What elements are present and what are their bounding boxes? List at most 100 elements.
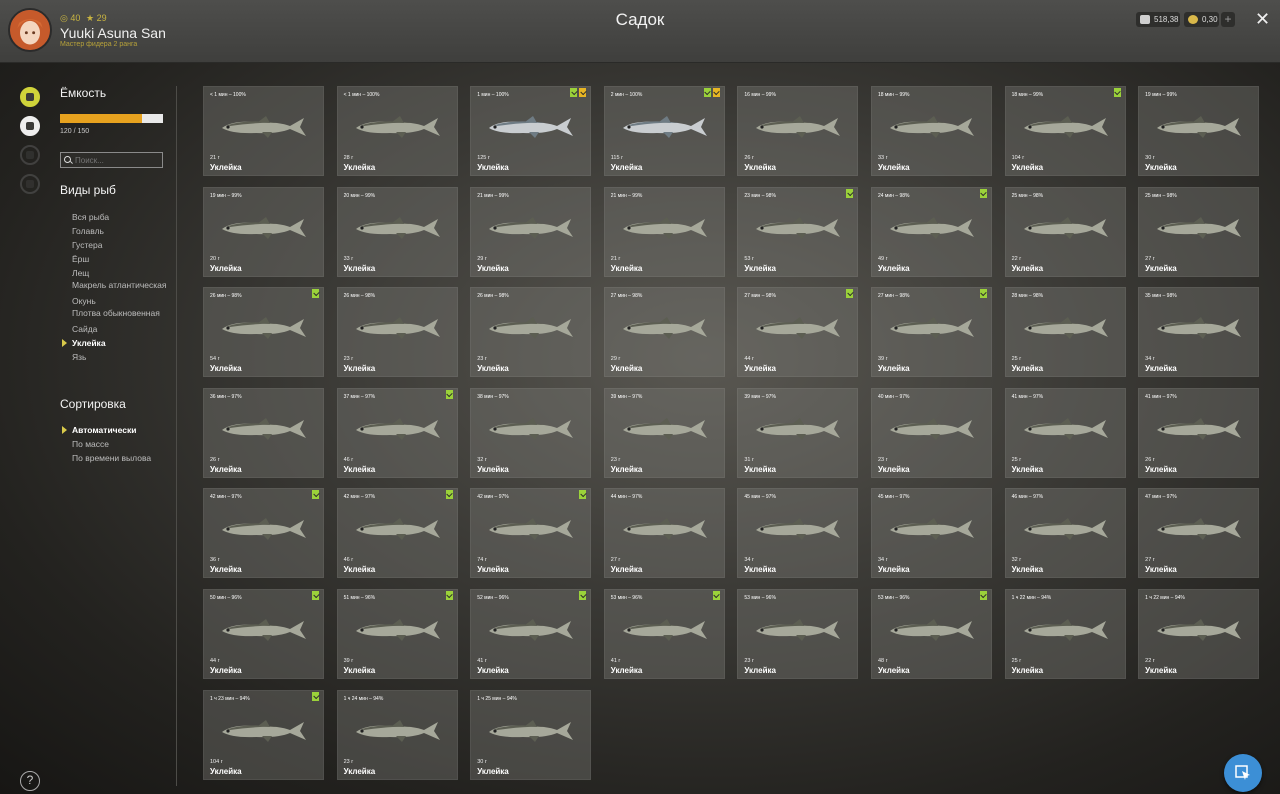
fish-card[interactable]: 28 мин – 98% 25 г Уклейка bbox=[1004, 287, 1126, 378]
fish-card[interactable]: 27 мин – 98% 44 г Уклейка bbox=[737, 287, 859, 378]
fish-card[interactable]: 36 мин – 97% 26 г Уклейка bbox=[203, 387, 324, 478]
bookmark-badge-icon bbox=[445, 389, 453, 399]
silver-amount: 518,38 bbox=[1154, 15, 1179, 24]
fish-card[interactable]: 21 мин – 99% 29 г Уклейка bbox=[470, 186, 592, 277]
species-item[interactable]: Макрель атлантическая bbox=[72, 280, 172, 294]
fish-catch-info: 1 ч 22 мин – 94% bbox=[1011, 594, 1052, 601]
help-button[interactable]: ? bbox=[20, 771, 40, 791]
bookmark-badge-icon bbox=[979, 289, 987, 299]
fish-weight: 30 г bbox=[1145, 155, 1155, 161]
fish-name: Уклейка bbox=[610, 163, 643, 172]
fish-card[interactable]: 40 мин – 97% 23 г Уклейка bbox=[870, 387, 992, 478]
bleak-fish-icon bbox=[222, 618, 306, 641]
badge-group bbox=[312, 289, 319, 299]
home-tab-icon[interactable] bbox=[20, 174, 40, 194]
fish-card[interactable]: 42 мин – 97% 46 г Уклейка bbox=[336, 488, 458, 579]
fish-card[interactable]: 47 мин – 97% 27 г Уклейка bbox=[1138, 488, 1260, 579]
map-tab-icon[interactable] bbox=[20, 145, 40, 165]
fish-card[interactable]: < 1 мин – 100% 28 г Уклейка bbox=[336, 86, 458, 176]
fish-card[interactable]: 19 мин – 99% 20 г Уклейка bbox=[203, 186, 324, 277]
species-item[interactable]: Окунь bbox=[72, 294, 172, 308]
fish-card[interactable]: 44 мин – 97% 27 г Уклейка bbox=[603, 488, 725, 579]
species-item[interactable]: Язь bbox=[72, 350, 172, 364]
fish-catch-info: 27 мин – 98% bbox=[744, 293, 776, 300]
fish-card[interactable]: 51 мин – 96% 39 г Уклейка bbox=[336, 588, 458, 679]
fish-card[interactable]: 27 мин – 98% 29 г Уклейка bbox=[603, 287, 725, 378]
fish-card[interactable]: 53 мин – 96% 48 г Уклейка bbox=[870, 588, 992, 679]
species-item[interactable]: Голавль bbox=[72, 224, 172, 238]
fish-card[interactable]: 37 мин – 97% 46 г Уклейка bbox=[336, 387, 458, 478]
badge-group bbox=[979, 590, 987, 600]
fish-card[interactable]: 41 мин – 97% 26 г Уклейка bbox=[1138, 387, 1260, 478]
bleak-fish-icon bbox=[1157, 216, 1242, 239]
fish-card[interactable]: 52 мин – 96% 41 г Уклейка bbox=[470, 588, 592, 679]
fish-card[interactable]: 25 мин – 98% 27 г Уклейка bbox=[1138, 186, 1260, 277]
inventory-tab-icon[interactable] bbox=[20, 116, 40, 136]
fish-weight: 33 г bbox=[343, 255, 354, 262]
fish-card[interactable]: 1 ч 25 мин – 94% 30 г Уклейка bbox=[470, 689, 592, 780]
fish-card[interactable]: 26 мин – 98% 54 г Уклейка bbox=[203, 287, 324, 378]
fish-catch-info: 42 мин – 97% bbox=[343, 494, 376, 501]
fish-name: Уклейка bbox=[610, 464, 643, 474]
species-item[interactable]: Уклейка bbox=[62, 336, 172, 350]
fish-card[interactable]: 41 мин – 97% 25 г Уклейка bbox=[1004, 387, 1126, 478]
keepnet-tab-icon[interactable] bbox=[20, 87, 40, 107]
fish-card[interactable]: 1 мин – 100% 125 г Уклейка bbox=[470, 86, 592, 176]
cursor-mode-button[interactable] bbox=[1224, 754, 1262, 792]
fish-card[interactable]: 38 мин – 97% 32 г Уклейка bbox=[470, 387, 592, 478]
fish-card[interactable]: 1 ч 22 мин – 94% 22 г Уклейка bbox=[1138, 588, 1260, 679]
fish-card[interactable]: 26 мин – 98% 23 г Уклейка bbox=[470, 287, 592, 378]
fish-card[interactable]: 19 мин – 99% 30 г Уклейка bbox=[1138, 86, 1260, 176]
fish-card[interactable]: 21 мин – 99% 21 г Уклейка bbox=[603, 186, 725, 277]
fish-card[interactable]: 2 мин – 100% 115 г Уклейка bbox=[603, 86, 725, 176]
close-button[interactable]: ✕ bbox=[1255, 9, 1270, 30]
fish-card[interactable]: 42 мин – 97% 36 г Уклейка bbox=[203, 488, 324, 579]
fish-card[interactable]: 35 мин – 98% 34 г Уклейка bbox=[1138, 287, 1260, 378]
fish-card[interactable]: 20 мин – 99% 33 г Уклейка bbox=[336, 186, 458, 277]
fish-card[interactable]: 27 мин – 98% 39 г Уклейка bbox=[870, 287, 992, 378]
fish-card[interactable]: 16 мин – 99% 26 г Уклейка bbox=[737, 86, 859, 176]
fish-card[interactable]: 25 мин – 98% 22 г Уклейка bbox=[1004, 186, 1126, 277]
fish-card[interactable]: < 1 мин – 100% 21 г Уклейка bbox=[203, 86, 324, 176]
fish-card[interactable]: 42 мин – 97% 74 г Уклейка bbox=[470, 488, 592, 579]
fish-card[interactable]: 18 мин – 99% 104 г Уклейка bbox=[1004, 86, 1126, 176]
species-item[interactable]: Ёрш bbox=[72, 252, 172, 266]
fish-card[interactable]: 53 мин – 96% 23 г Уклейка bbox=[737, 588, 859, 679]
fish-card[interactable]: 39 мин – 97% 31 г Уклейка bbox=[737, 387, 859, 478]
fish-card[interactable]: 1 ч 23 мин – 94% 104 г Уклейка bbox=[203, 689, 324, 780]
sort-option[interactable]: По массе bbox=[72, 437, 172, 451]
bleak-fish-icon bbox=[489, 719, 574, 742]
fish-name: Уклейка bbox=[343, 263, 376, 273]
species-item[interactable]: Сайда bbox=[72, 322, 172, 336]
fish-card[interactable]: 24 мин – 98% 49 г Уклейка bbox=[870, 186, 992, 277]
bleak-fish-icon bbox=[889, 417, 974, 440]
buy-currency-button[interactable]: + bbox=[1221, 12, 1235, 27]
fish-catch-info: 27 мин – 98% bbox=[610, 293, 643, 300]
species-item[interactable]: Вся рыба bbox=[72, 210, 172, 224]
fish-card[interactable]: 18 мин – 99% 33 г Уклейка bbox=[870, 86, 992, 176]
search-input[interactable] bbox=[60, 152, 163, 168]
fish-card[interactable]: 1 ч 24 мин – 94% 23 г Уклейка bbox=[336, 689, 458, 780]
fish-card[interactable]: 26 мин – 98% 23 г Уклейка bbox=[336, 287, 458, 378]
fish-card[interactable]: 23 мин – 98% 53 г Уклейка bbox=[737, 186, 859, 277]
sort-option[interactable]: Автоматически bbox=[62, 423, 172, 437]
fish-card[interactable]: 1 ч 22 мин – 94% 25 г Уклейка bbox=[1004, 588, 1126, 679]
fish-catch-info: 36 мин – 97% bbox=[210, 393, 242, 400]
fish-catch-info: 37 мин – 97% bbox=[343, 393, 376, 400]
fish-card[interactable]: 50 мин – 96% 44 г Уклейка bbox=[203, 588, 324, 679]
fish-card[interactable]: 45 мин – 97% 34 г Уклейка bbox=[870, 488, 992, 579]
fish-catch-info: 1 ч 22 мин – 94% bbox=[1145, 594, 1185, 601]
species-item[interactable]: Густера bbox=[72, 238, 172, 252]
fish-card[interactable]: 46 мин – 97% 32 г Уклейка bbox=[1004, 488, 1126, 579]
capacity-bar bbox=[60, 114, 163, 123]
fish-card[interactable]: 39 мин – 97% 23 г Уклейка bbox=[603, 387, 725, 478]
fish-card[interactable]: 45 мин – 97% 34 г Уклейка bbox=[737, 488, 859, 579]
bleak-fish-icon bbox=[1023, 618, 1108, 641]
fish-card[interactable]: 53 мин – 96% 41 г Уклейка bbox=[603, 588, 725, 679]
fish-weight: 104 г bbox=[210, 758, 223, 765]
fish-catch-info: 28 мин – 98% bbox=[1011, 293, 1044, 300]
species-item[interactable]: Лещ bbox=[72, 266, 172, 280]
bleak-fish-icon bbox=[622, 518, 707, 541]
sort-option[interactable]: По времени вылова bbox=[72, 451, 172, 465]
species-item[interactable]: Плотва обыкновенная bbox=[72, 308, 172, 322]
